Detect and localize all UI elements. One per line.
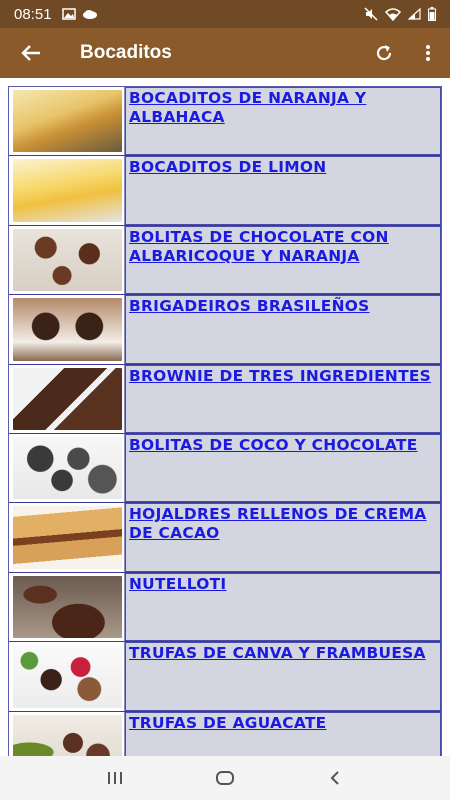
avocado-truffles-image xyxy=(13,714,122,756)
home-button[interactable] xyxy=(205,756,245,800)
wifi-icon xyxy=(385,7,401,21)
brigadeiros-image xyxy=(13,298,122,361)
refresh-button[interactable] xyxy=(362,28,406,78)
chevron-left-icon xyxy=(330,771,339,785)
status-bar: 08:51 xyxy=(0,0,450,28)
coconut-chocolate-balls-image xyxy=(13,436,122,500)
list-item[interactable]: NUTELLOTI xyxy=(9,572,441,643)
recipe-link[interactable]: BROWNIE DE TRES INGREDIENTES xyxy=(129,367,431,385)
recipe-link[interactable]: TRUFAS DE AGUACATE xyxy=(129,714,327,732)
back-button[interactable] xyxy=(0,28,62,78)
signal-icon xyxy=(408,8,421,20)
app-bar: Bocaditos xyxy=(0,28,450,78)
recipe-list: BOCADITOS DE NARANJA Y ALBAHACA BOCADITO… xyxy=(8,86,442,756)
list-item[interactable]: TRUFAS DE AGUACATE xyxy=(9,711,441,756)
recipe-link[interactable]: BOCADITOS DE NARANJA Y ALBAHACA xyxy=(129,89,366,126)
status-time: 08:51 xyxy=(14,5,52,23)
chocolate-balls-image xyxy=(13,228,122,292)
cloud-notification-icon xyxy=(82,10,97,19)
brownie-image xyxy=(13,367,122,430)
more-vert-icon xyxy=(426,45,430,61)
more-options-button[interactable] xyxy=(406,28,450,78)
page-title: Bocaditos xyxy=(80,42,172,63)
recipe-link[interactable]: NUTELLOTI xyxy=(129,575,226,593)
recipe-link[interactable]: BOLITAS DE CHOCOLATE CON ALBARICOQUE Y N… xyxy=(129,228,389,265)
list-item[interactable]: BOLITAS DE COCO Y CHOCOLATE xyxy=(9,433,441,504)
recipe-link[interactable]: BOLITAS DE COCO Y CHOCOLATE xyxy=(129,436,418,454)
recents-icon xyxy=(108,772,122,784)
list-item[interactable]: HOJALDRES RELLENOS DE CREMA DE CACAO xyxy=(9,503,441,573)
mute-icon xyxy=(364,7,378,21)
list-item[interactable]: BOCADITOS DE NARANJA Y ALBAHACA xyxy=(9,87,441,157)
list-item[interactable]: BROWNIE DE TRES INGREDIENTES xyxy=(9,364,441,434)
list-item[interactable]: BRIGADEIROS BRASILEÑOS xyxy=(9,295,441,365)
system-back-button[interactable] xyxy=(315,756,355,800)
gallery-notification-icon xyxy=(61,8,76,20)
recipe-link[interactable]: HOJALDRES RELLENOS DE CREMA DE CACAO xyxy=(129,505,427,542)
home-icon xyxy=(216,771,234,785)
nutelloti-image xyxy=(13,575,122,639)
puff-pastry-image xyxy=(13,506,122,569)
recents-button[interactable] xyxy=(95,756,135,800)
recipe-link[interactable]: TRUFAS DE CANVA Y FRAMBUESA xyxy=(129,644,426,662)
system-nav-bar xyxy=(0,756,450,800)
raspberry-truffles-image xyxy=(13,645,122,708)
battery-icon xyxy=(428,7,436,21)
list-item[interactable]: BOLITAS DE CHOCOLATE CON ALBARICOQUE Y N… xyxy=(9,225,441,296)
recipe-link[interactable]: BRIGADEIROS BRASILEÑOS xyxy=(129,297,370,315)
list-item[interactable]: TRUFAS DE CANVA Y FRAMBUESA xyxy=(9,642,441,712)
orange-basil-bites-image xyxy=(13,90,122,153)
list-item[interactable]: BOCADITOS DE LIMON xyxy=(9,156,441,226)
lemon-bites-image xyxy=(13,159,122,222)
recipe-link[interactable]: BOCADITOS DE LIMON xyxy=(129,158,326,176)
arrow-back-icon xyxy=(21,45,40,61)
refresh-icon xyxy=(376,45,392,61)
